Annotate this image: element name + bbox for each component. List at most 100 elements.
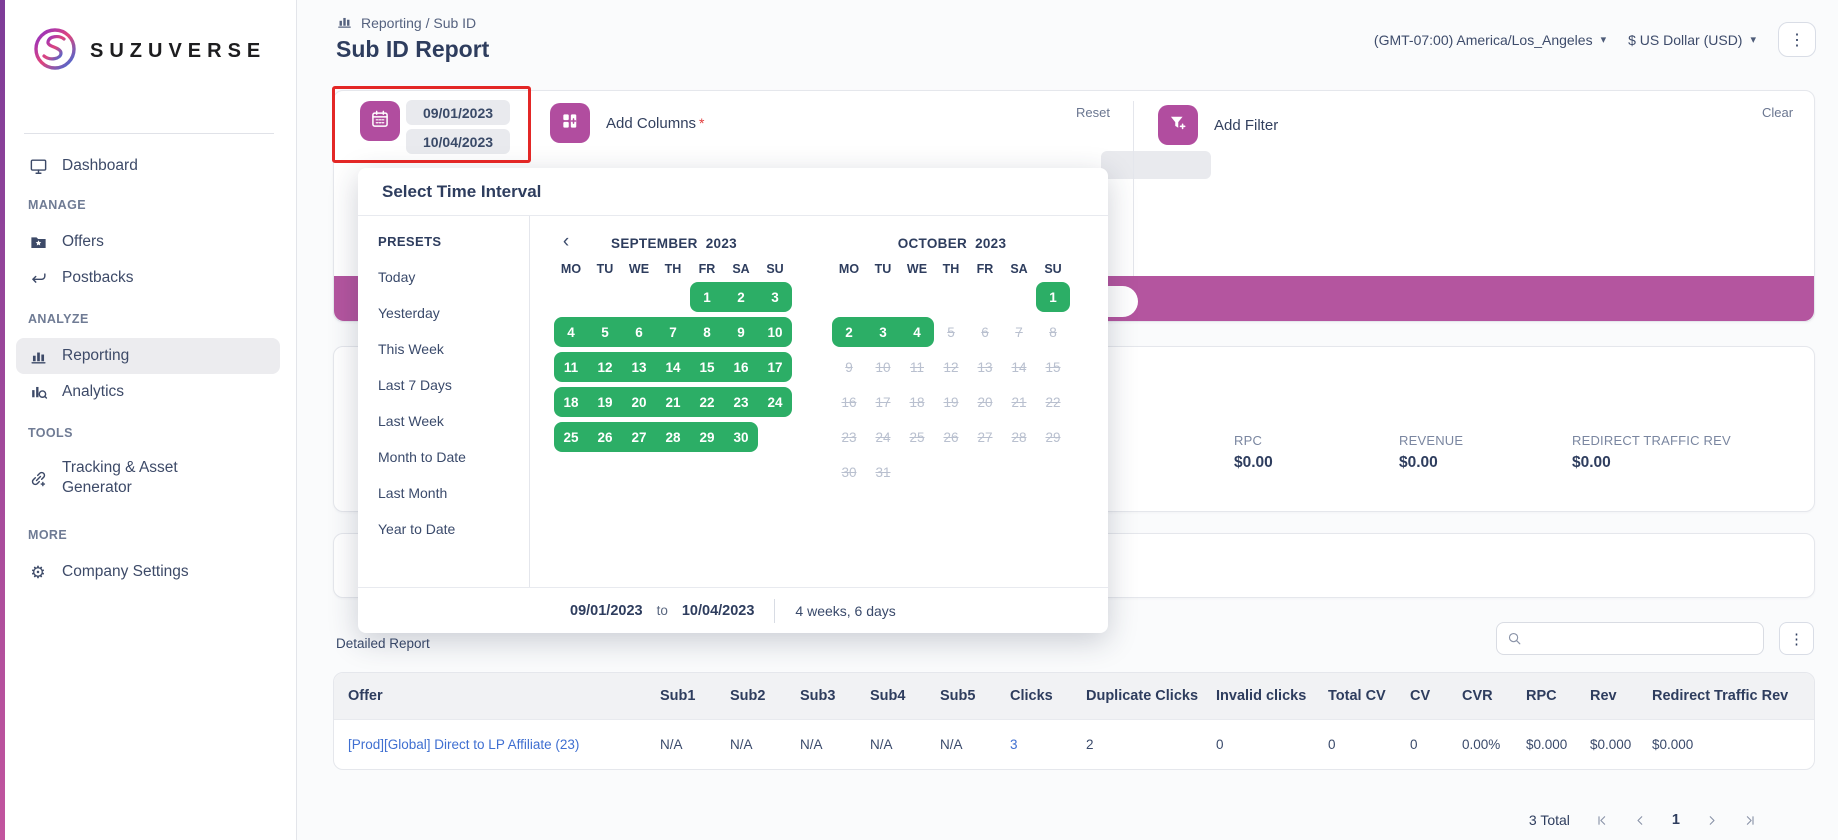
table-kebab-menu-button[interactable]: ⋮	[1779, 622, 1814, 655]
calendar-day-16[interactable]: 16	[724, 352, 758, 382]
table-header-rpc[interactable]: RPC	[1520, 673, 1584, 719]
preset-month-to-date[interactable]: Month to Date	[378, 439, 529, 475]
footer-end-date[interactable]: 10/04/2023	[682, 603, 755, 619]
table-header-sub2[interactable]: Sub2	[724, 673, 794, 719]
offer-link[interactable]: [Prod][Global] Direct to LP Affiliate (2…	[334, 720, 654, 769]
next-page-button[interactable]	[1704, 813, 1719, 828]
footer-start-date[interactable]: 09/01/2023	[570, 603, 643, 619]
preset-today[interactable]: Today	[378, 259, 529, 295]
add-filter-button[interactable]	[1158, 105, 1198, 145]
breadcrumb[interactable]: Reporting / Sub ID	[336, 13, 476, 33]
calendar-day-1[interactable]: 1	[1036, 282, 1070, 312]
calendar-day-6[interactable]: 6	[622, 317, 656, 347]
sidebar-item-tracking-asset-generator[interactable]: Tracking & Asset Generator	[16, 452, 280, 504]
table-header-invalid-clicks[interactable]: Invalid clicks	[1210, 673, 1322, 719]
sidebar-item-reporting[interactable]: Reporting	[16, 338, 280, 374]
sidebar-item-label: Company Settings	[62, 563, 189, 581]
date-start-chip[interactable]: 09/01/2023	[406, 100, 510, 125]
calendar-day-15[interactable]: 15	[690, 352, 724, 382]
calendar-day-5[interactable]: 5	[588, 317, 622, 347]
sidebar-item-offers[interactable]: Offers	[16, 224, 280, 260]
calendar-day-30[interactable]: 30	[724, 422, 758, 452]
table-header-rev[interactable]: Rev	[1584, 673, 1646, 719]
logo[interactable]: SUZUVERSE	[32, 26, 266, 77]
table-header-cvr[interactable]: CVR	[1456, 673, 1520, 719]
last-page-button[interactable]	[1743, 813, 1758, 828]
table-header-offer[interactable]: Offer	[334, 673, 654, 719]
calendar-day-7[interactable]: 7	[656, 317, 690, 347]
calendar-day-20[interactable]: 20	[622, 387, 656, 417]
calendar-day-29[interactable]: 29	[690, 422, 724, 452]
calendar-day-23[interactable]: 23	[724, 387, 758, 417]
table-header-sub5[interactable]: Sub5	[934, 673, 1004, 719]
table-header-sub3[interactable]: Sub3	[794, 673, 864, 719]
selected-column-chip[interactable]	[1101, 151, 1211, 179]
calendar-day-19[interactable]: 19	[588, 387, 622, 417]
calendar-day-3[interactable]: 3	[758, 282, 792, 312]
sidebar-item-company-settings[interactable]: ⚙Company Settings	[16, 554, 280, 590]
calendar-day-24[interactable]: 24	[758, 387, 792, 417]
table-header-redirect-traffic-rev[interactable]: Redirect Traffic Rev	[1646, 673, 1814, 719]
timezone-dropdown[interactable]: (GMT-07:00) America/Los_Angeles ▾	[1374, 32, 1606, 48]
preset-year-to-date[interactable]: Year to Date	[378, 511, 529, 547]
table-header-clicks[interactable]: Clicks	[1004, 673, 1080, 719]
preset-last-month[interactable]: Last Month	[378, 475, 529, 511]
time-interval-modal: Select Time Interval PRESETS TodayYester…	[358, 168, 1108, 633]
modal-title: Select Time Interval	[358, 168, 1108, 216]
reset-button[interactable]: Reset	[1076, 105, 1110, 120]
calendar-day-1[interactable]: 1	[690, 282, 724, 312]
first-page-button[interactable]	[1594, 813, 1609, 828]
calendar-day-12[interactable]: 12	[588, 352, 622, 382]
calendar-day-11: 11	[900, 352, 934, 382]
calendar-day-10[interactable]: 10	[758, 317, 792, 347]
calendar-day-17[interactable]: 17	[758, 352, 792, 382]
table-header-sub4[interactable]: Sub4	[864, 673, 934, 719]
calendar-day-18[interactable]: 18	[554, 387, 588, 417]
calendar-day-28[interactable]: 28	[656, 422, 690, 452]
table-cell[interactable]: 3	[1004, 720, 1080, 769]
preset-last-7-days[interactable]: Last 7 Days	[378, 367, 529, 403]
calendar-day-9[interactable]: 9	[724, 317, 758, 347]
sidebar-item-postbacks[interactable]: Postbacks	[16, 260, 280, 296]
calendar-day-11[interactable]: 11	[554, 352, 588, 382]
previous-month-button[interactable]: ‹	[556, 230, 576, 254]
preset-yesterday[interactable]: Yesterday	[378, 295, 529, 331]
calendar-day-4[interactable]: 4	[554, 317, 588, 347]
sidebar-item-analytics[interactable]: Analytics	[16, 374, 280, 410]
table-header-sub1[interactable]: Sub1	[654, 673, 724, 719]
preset-last-week[interactable]: Last Week	[378, 403, 529, 439]
table-search[interactable]	[1496, 622, 1764, 655]
currency-dropdown[interactable]: $ US Dollar (USD) ▾	[1628, 32, 1756, 48]
table-header-duplicate-clicks[interactable]: Duplicate Clicks	[1080, 673, 1210, 719]
sidebar-item-dashboard[interactable]: Dashboard	[16, 148, 280, 184]
calendar-day-4[interactable]: 4	[900, 317, 934, 347]
calendar-day-2[interactable]: 2	[832, 317, 866, 347]
calendar-day-21[interactable]: 21	[656, 387, 690, 417]
add-filter-label[interactable]: Add Filter	[1214, 117, 1278, 134]
summary-stat: REVENUE$0.00	[1399, 433, 1572, 472]
calendar-day-25[interactable]: 25	[554, 422, 588, 452]
weekday-label: MO	[554, 256, 588, 282]
date-range-button[interactable]	[360, 101, 400, 141]
calendar-day-22[interactable]: 22	[690, 387, 724, 417]
calendar-day-13[interactable]: 13	[622, 352, 656, 382]
table-header-cv[interactable]: CV	[1404, 673, 1456, 719]
calendar-day-14[interactable]: 14	[656, 352, 690, 382]
calendar-day-27[interactable]: 27	[622, 422, 656, 452]
date-end-chip[interactable]: 10/04/2023	[406, 129, 510, 154]
add-columns-label[interactable]: Add Columns*	[606, 115, 705, 132]
preset-this-week[interactable]: This Week	[378, 331, 529, 367]
add-columns-button[interactable]	[550, 103, 590, 143]
calendar-day-3[interactable]: 3	[866, 317, 900, 347]
calendar-day-8[interactable]: 8	[690, 317, 724, 347]
table-header-total-cv[interactable]: Total CV	[1322, 673, 1404, 719]
current-page[interactable]: 1	[1672, 812, 1680, 828]
clear-button[interactable]: Clear	[1762, 105, 1793, 120]
search-input[interactable]	[1530, 631, 1763, 646]
previous-page-button[interactable]	[1633, 813, 1648, 828]
sidebar-item-label: Postbacks	[62, 269, 134, 287]
calendar-day-10: 10	[866, 352, 900, 382]
header-kebab-menu-button[interactable]: ⋮	[1778, 22, 1816, 57]
calendar-day-2[interactable]: 2	[724, 282, 758, 312]
calendar-day-26[interactable]: 26	[588, 422, 622, 452]
